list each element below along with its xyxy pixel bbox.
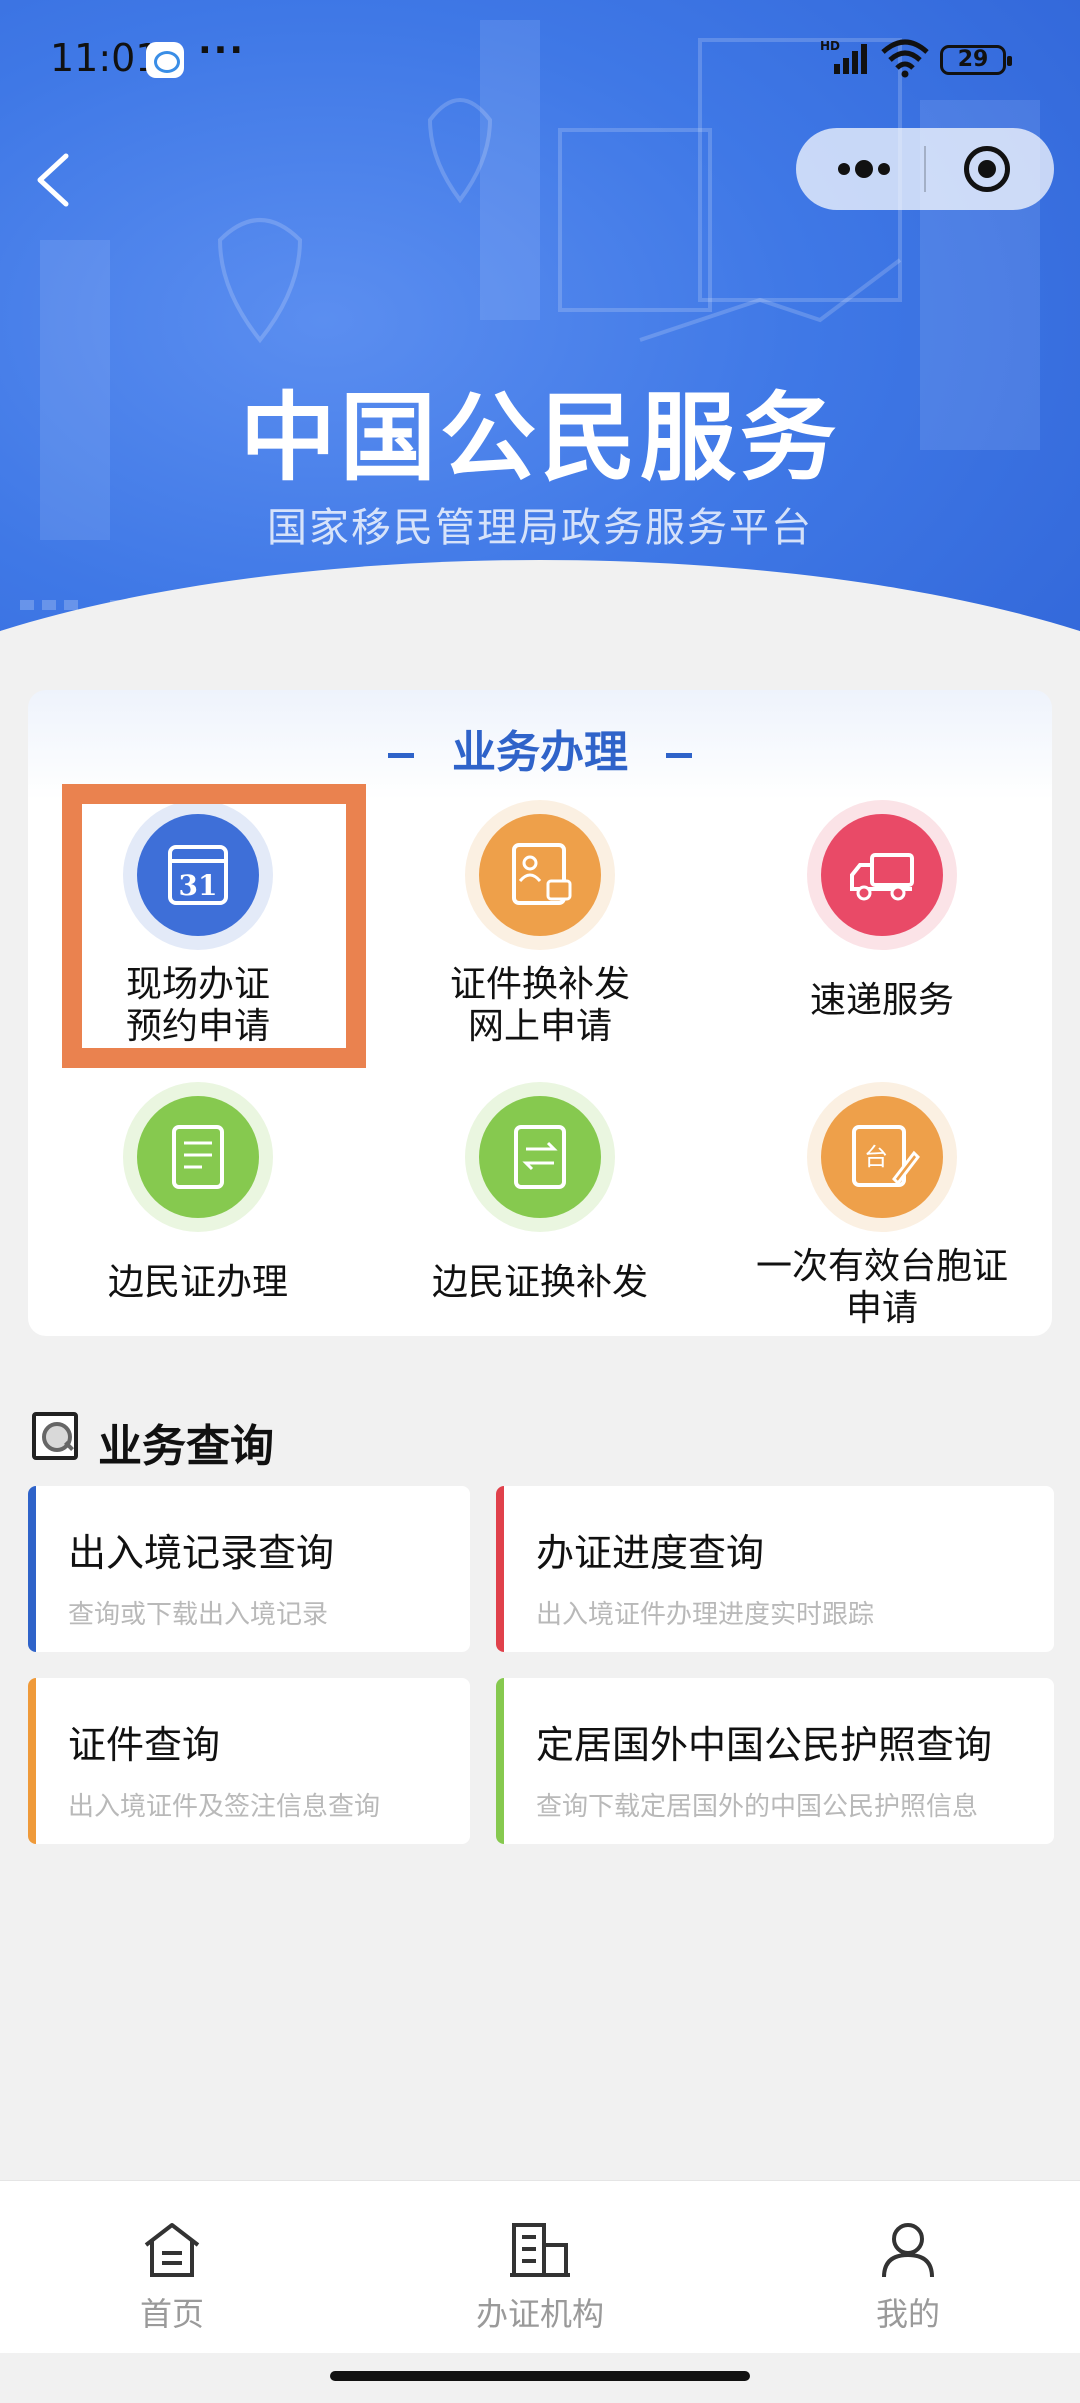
user-icon bbox=[882, 2223, 934, 2278]
query-card-accent bbox=[28, 1678, 36, 1844]
service-card-title-text: 业务办理 bbox=[452, 727, 628, 778]
taiwan-permit-icon: 台 bbox=[852, 1125, 920, 1187]
query-card-documents[interactable]: 证件查询 出入境证件及签注信息查询 bbox=[28, 1678, 470, 1844]
building-icon bbox=[510, 2223, 570, 2277]
hero-banner: 中国公民服务 国家移民管理局政务服务平台 bbox=[0, 0, 1080, 800]
capsule-divider bbox=[924, 146, 926, 192]
service-label: 边民证换补发 bbox=[431, 1262, 648, 1303]
query-card-entry-exit-records[interactable]: 出入境记录查询 查询或下载出入境记录 bbox=[28, 1486, 470, 1652]
service-card-title: 业务办理 bbox=[28, 716, 1052, 780]
service-label: 速递服务 bbox=[809, 980, 954, 1021]
service-icon-bg bbox=[465, 800, 615, 950]
query-card-subtitle: 查询或下载出入境记录 bbox=[68, 1600, 329, 1630]
service-label: 一次有效台胞证 申请 bbox=[755, 1246, 1008, 1329]
status-bar: 11:01 ··· HD 29 bbox=[0, 0, 1080, 120]
miniprogram-capsule bbox=[796, 128, 1054, 210]
tab-mine[interactable]: 我的 bbox=[808, 2219, 1008, 2335]
tab-label: 我的 bbox=[875, 2295, 940, 2333]
service-icon-bg: 台 bbox=[807, 1082, 957, 1232]
tab-label: 办证机构 bbox=[475, 2295, 604, 2333]
query-card-accent bbox=[496, 1486, 504, 1652]
status-time: 11:01 bbox=[50, 36, 160, 80]
home-icon bbox=[144, 2223, 200, 2277]
status-more: ··· bbox=[198, 30, 246, 71]
exchange-document-icon bbox=[514, 1125, 566, 1189]
tab-home[interactable]: 首页 bbox=[72, 2219, 272, 2335]
svg-text:HD: HD bbox=[820, 40, 840, 53]
chat-notification-icon bbox=[146, 42, 184, 78]
tab-offices[interactable]: 办证机构 bbox=[440, 2219, 640, 2335]
query-card-subtitle: 出入境证件办理进度实时跟踪 bbox=[536, 1600, 875, 1630]
query-card-title: 出入境记录查询 bbox=[68, 1531, 335, 1575]
service-label: 证件换补发 网上申请 bbox=[449, 964, 630, 1047]
id-card-icon bbox=[512, 843, 572, 905]
service-item-border-pass[interactable]: 边民证办理 bbox=[48, 1082, 348, 1304]
service-label: 边民证办理 bbox=[107, 1262, 288, 1303]
hero-subtitle: 国家移民管理局政务服务平台 bbox=[267, 505, 813, 551]
service-icon-bg bbox=[807, 800, 957, 950]
service-item-express[interactable]: 速递服务 bbox=[732, 800, 1032, 1022]
query-card-overseas-passport[interactable]: 定居国外中国公民护照查询 查询下载定居国外的中国公民护照信息 bbox=[496, 1678, 1054, 1844]
wifi-icon bbox=[881, 39, 929, 78]
title-dash-right bbox=[666, 752, 692, 758]
page: 中国公民服务 国家移民管理局政务服务平台 11:01 ··· HD 29 业务办… bbox=[0, 0, 1080, 2403]
battery-icon: 29 bbox=[940, 45, 1012, 75]
svg-text:台: 台 bbox=[864, 1143, 888, 1171]
query-card-accent bbox=[496, 1678, 504, 1844]
hero-title: 中国公民服务 bbox=[240, 382, 840, 494]
service-icon-bg bbox=[465, 1082, 615, 1232]
close-miniprogram-icon[interactable] bbox=[964, 146, 1010, 192]
title-dash-left bbox=[388, 752, 414, 758]
service-item-id-replace[interactable]: 证件换补发 网上申请 bbox=[390, 800, 690, 1048]
tab-label: 首页 bbox=[139, 2295, 204, 2333]
service-item-taiwan-permit[interactable]: 台 一次有效台胞证 申请 bbox=[732, 1082, 1032, 1330]
highlight-box bbox=[62, 784, 366, 1068]
query-card-subtitle: 出入境证件及签注信息查询 bbox=[68, 1792, 381, 1822]
document-icon bbox=[172, 1125, 224, 1189]
query-card-subtitle: 查询下载定居国外的中国公民护照信息 bbox=[536, 1792, 979, 1822]
service-item-border-pass-replace[interactable]: 边民证换补发 bbox=[390, 1082, 690, 1304]
query-card-progress[interactable]: 办证进度查询 出入境证件办理进度实时跟踪 bbox=[496, 1486, 1054, 1652]
truck-icon bbox=[850, 853, 914, 901]
query-section-title: 业务查询 bbox=[98, 1421, 274, 1472]
query-card-title: 办证进度查询 bbox=[536, 1531, 765, 1575]
service-icon-bg bbox=[123, 1082, 273, 1232]
magnifier-icon bbox=[32, 1412, 78, 1460]
signal-icon: HD bbox=[820, 40, 867, 74]
query-card-title: 证件查询 bbox=[68, 1723, 221, 1767]
bottom-tab-bar: 首页 办证机构 我的 bbox=[0, 2180, 1080, 2353]
more-icon[interactable] bbox=[834, 152, 894, 186]
back-icon[interactable] bbox=[30, 150, 80, 210]
query-card-title: 定居国外中国公民护照查询 bbox=[536, 1723, 993, 1767]
home-indicator[interactable] bbox=[330, 2371, 750, 2381]
query-card-accent bbox=[28, 1486, 36, 1652]
